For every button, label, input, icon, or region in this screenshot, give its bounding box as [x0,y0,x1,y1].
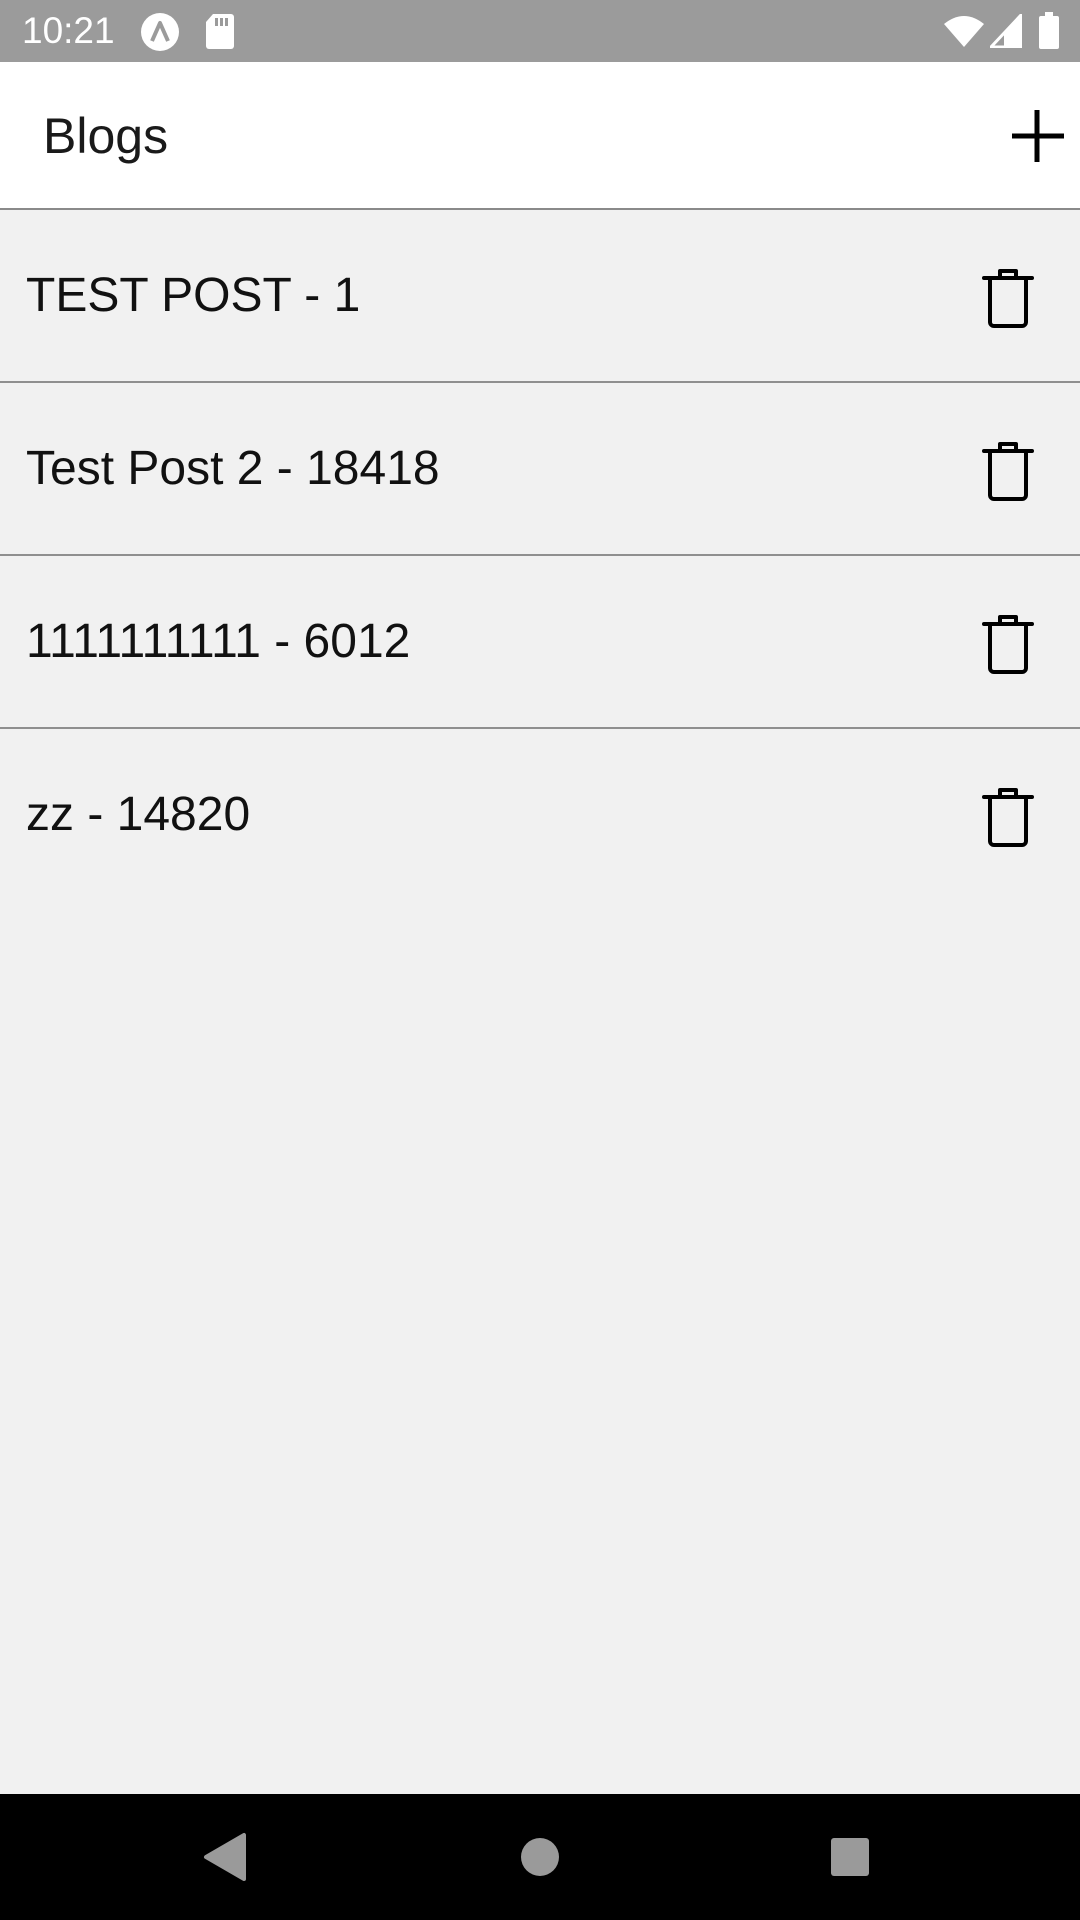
trash-icon [982,442,1034,501]
post-title: Test Post 2 - 18418 [26,442,440,495]
post-title: zz - 14820 [26,788,251,841]
post-title: TEST POST - 1 [26,269,361,322]
signal-icon [990,14,1022,52]
post-list: TEST POST - 1 Test Post 2 - 18418 111111… [0,210,1080,902]
app-notification-icon [140,12,180,51]
status-time: 10:21 [22,10,115,51]
trash-icon [982,788,1034,847]
back-icon [204,1833,246,1881]
list-item[interactable]: TEST POST - 1 [0,210,1080,383]
delete-post-button[interactable] [976,612,1040,676]
home-icon [521,1838,559,1876]
status-bar: 10:21 [0,0,1080,62]
page-title: Blogs [43,108,169,164]
plus-icon [1012,110,1064,162]
list-item[interactable]: zz - 14820 [0,729,1080,902]
recents-icon [831,1838,869,1876]
trash-icon [982,615,1034,674]
add-post-button[interactable] [1000,98,1076,174]
home-button[interactable] [510,1827,570,1887]
list-item[interactable]: 1111111111 - 6012 [0,556,1080,729]
wifi-icon [944,14,984,52]
app-header: Blogs [0,62,1080,210]
sd-card-icon [205,12,235,50]
battery-icon [1038,12,1060,50]
list-item[interactable]: Test Post 2 - 18418 [0,383,1080,556]
delete-post-button[interactable] [976,785,1040,849]
navigation-bar [0,1794,1080,1920]
recents-button[interactable] [820,1827,880,1887]
screen: 10:21 Blogs TEST POST - 1 Test Post 2 - … [0,0,1080,1920]
trash-icon [982,269,1034,328]
delete-post-button[interactable] [976,266,1040,330]
post-title: 1111111111 - 6012 [26,615,411,668]
delete-post-button[interactable] [976,439,1040,503]
back-button[interactable] [196,1827,256,1887]
